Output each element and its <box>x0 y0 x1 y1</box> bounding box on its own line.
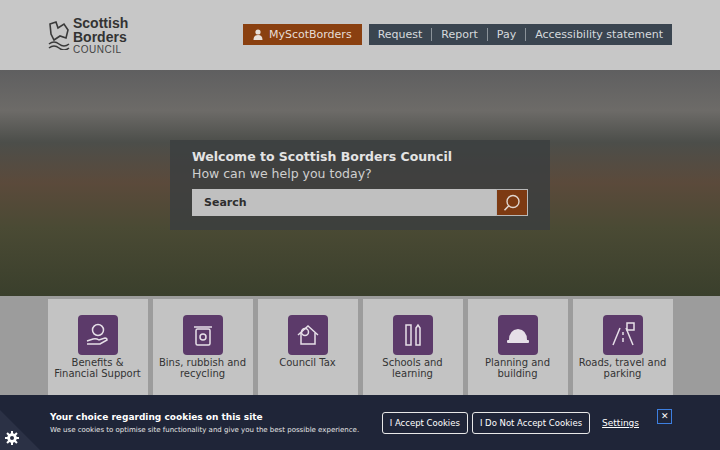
magnifier-icon <box>503 194 521 212</box>
close-button[interactable]: ✕ <box>657 409 672 424</box>
cookie-banner: Your choice regarding cookies on this si… <box>0 395 720 450</box>
person-icon <box>253 29 263 40</box>
hero-banner: Welcome to Scottish Borders Council How c… <box>0 70 720 296</box>
nav-link[interactable]: Request <box>369 28 432 41</box>
hero-subtitle: How can we help you today? <box>192 166 528 181</box>
council-logo[interactable]: ScottishBordersCOUNCIL <box>48 16 128 55</box>
hero-title: Welcome to Scottish Borders Council <box>192 149 528 164</box>
cookie-title: Your choice regarding cookies on this si… <box>50 412 359 422</box>
cookie-settings-link[interactable]: Settings <box>602 418 639 428</box>
cookie-settings-corner[interactable] <box>0 410 40 450</box>
service-label: Planning and building <box>468 358 568 379</box>
cookie-description: We use cookies to optimise site function… <box>50 426 359 434</box>
search-input[interactable]: Search <box>192 189 496 216</box>
service-label: Bins, rubbish and recycling <box>153 358 253 379</box>
site-header: ScottishBordersCOUNCIL MyScotBorders Reque… <box>0 0 720 70</box>
service-label: Benefits & Financial Support <box>48 358 148 379</box>
nav-link[interactable]: Accessibility statement <box>525 28 672 41</box>
nav-link[interactable]: Report <box>431 28 486 41</box>
cookie-button[interactable]: I Accept Cookies <box>382 412 468 434</box>
service-label: Roads, travel and parking <box>573 358 673 379</box>
benefits-icon <box>78 315 118 355</box>
road-icon <box>603 315 643 355</box>
account-button[interactable]: MyScotBorders <box>243 24 362 45</box>
nav-link[interactable]: Pay <box>487 28 525 41</box>
top-nav: RequestReportPayAccessibility statement <box>369 24 672 45</box>
search-panel: Welcome to Scottish Borders Council How c… <box>170 140 550 230</box>
search-button[interactable] <box>496 189 528 216</box>
gear-icon <box>5 431 19 445</box>
house-pound-icon <box>288 315 328 355</box>
page: ScottishBordersCOUNCIL MyScotBorders Reque… <box>0 0 720 450</box>
bin-icon <box>183 315 223 355</box>
pencil-ruler-icon <box>393 315 433 355</box>
service-label: Schools and learning <box>363 358 463 379</box>
crest-icon <box>48 20 70 50</box>
hard-hat-icon <box>498 315 538 355</box>
service-label: Council Tax <box>273 358 342 369</box>
cookie-button[interactable]: I Do Not Accept Cookies <box>472 412 590 434</box>
